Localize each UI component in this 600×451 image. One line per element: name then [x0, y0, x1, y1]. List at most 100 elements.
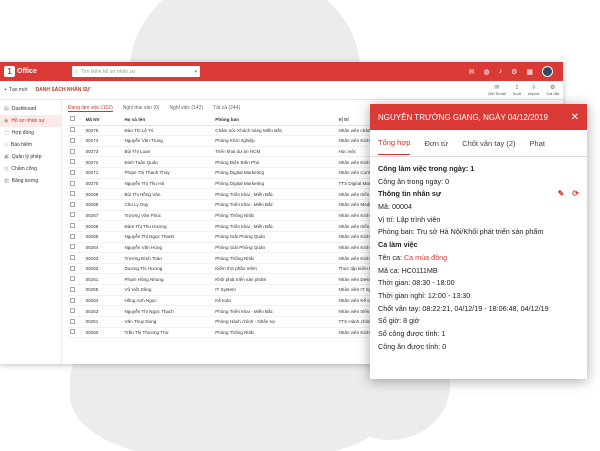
row-checkbox[interactable]	[68, 327, 84, 339]
sidebar-item-payroll[interactable]: ▥ Bảng lương	[0, 175, 61, 187]
section-actions: ✎ ⟳	[558, 188, 579, 201]
row-checkbox[interactable]	[68, 316, 84, 328]
email-button[interactable]: ✉ Gửi Email	[488, 84, 506, 96]
sidebar-item-label: Chấm công	[11, 166, 37, 172]
import-button[interactable]: ⇩ Import	[528, 84, 539, 96]
table-cell: Đinh Tuấn Quân	[122, 156, 214, 169]
row-checkbox[interactable]	[68, 242, 84, 254]
row-checkbox[interactable]	[68, 188, 84, 200]
row-checkbox[interactable]	[68, 273, 84, 286]
table-cell: Nguyễn Thị Ngọc Thanh	[122, 231, 214, 243]
attendance-popup: NGUYỄN TRƯỜNG GIANG, NGÀY 04/12/2019 ✕ T…	[370, 104, 587, 379]
row-checkbox[interactable]	[68, 146, 84, 158]
apps-icon[interactable]: ▦	[526, 68, 533, 76]
add-button[interactable]: + Tạo mới	[4, 87, 27, 93]
sidebar-item-label: Báo hiểm	[10, 142, 32, 148]
filter-maternity[interactable]: Nghỉ thai sản (0)	[123, 105, 160, 111]
popup-header: NGUYỄN TRƯỜNG GIANG, NGÀY 04/12/2019 ✕	[370, 104, 587, 130]
tab-summary[interactable]: Tổng hợp	[378, 131, 411, 155]
sidebar-item-profiles[interactable]: ◉ Hồ sơ nhân sự	[0, 115, 61, 127]
settings-label: Cài đặt	[546, 91, 559, 96]
add-label: Tạo mới	[8, 87, 28, 93]
table-cell: 00254	[83, 295, 123, 307]
column-header[interactable]: Họ và tên	[122, 114, 214, 126]
row-checkbox[interactable]	[68, 125, 84, 137]
row-checkbox[interactable]	[68, 210, 84, 222]
row-checkbox[interactable]	[68, 284, 84, 296]
bell-icon[interactable]: ♪	[499, 68, 503, 75]
toolbar: + Tạo mới DANH SÁCH NHÂN SỰ ✉ Gửi Email ⇪…	[0, 81, 563, 100]
popup-tabs: Tổng hợp Đơn từ Chốt vân tay (2) Phạt	[370, 130, 587, 157]
stage: 1 Office ⌕ Tìm kiếm hồ sơ nhân sự ▾ ✉ ◍ …	[0, 0, 600, 451]
tab-fingerprint[interactable]: Chốt vân tay (2)	[462, 139, 515, 148]
shift-time: Thời gian: 08:30 - 18:00	[378, 278, 455, 288]
chevron-down-icon[interactable]: ▾	[194, 69, 197, 75]
search-input[interactable]: ⌕ Tìm kiếm hồ sơ nhân sự ▾	[72, 66, 200, 77]
table-cell: Đào Thị Lệ Tú	[122, 125, 214, 137]
row-checkbox[interactable]	[68, 231, 84, 243]
table-cell: 00262	[83, 263, 123, 275]
edit-icon[interactable]: ✎	[558, 188, 565, 201]
select-all-checkbox[interactable]	[68, 114, 84, 126]
table-cell: Nguyễn Văn Hùng	[122, 242, 214, 254]
row-checkbox[interactable]	[68, 135, 84, 147]
table-cell: Trần Thị Thương Thư	[122, 327, 214, 339]
table-cell: 00255	[83, 284, 123, 296]
settings-button[interactable]: ⚙ Cài đặt	[546, 84, 559, 96]
mail-icon[interactable]: ✉	[469, 68, 475, 76]
table-cell: 00268	[83, 199, 123, 211]
chat-icon[interactable]: ◍	[483, 68, 489, 76]
import-label: Import	[527, 91, 540, 96]
popup-title: NGUYỄN TRƯỜNG GIANG, NGÀY 04/12/2019	[378, 112, 548, 122]
counted-meals: Công ăn được tính: 0	[378, 341, 447, 351]
filter-all[interactable]: Tất cả (244)	[213, 105, 240, 111]
search-icon: ⌕	[75, 68, 78, 75]
table-cell: Phòng Thống Nhất	[213, 210, 337, 222]
row-checkbox[interactable]	[68, 178, 84, 190]
row-checkbox[interactable]	[68, 295, 84, 307]
table-cell: Bùi Thị Loan	[122, 146, 214, 158]
sidebar-item-label: Dashboard	[11, 106, 37, 112]
row-checkbox[interactable]	[68, 305, 84, 318]
row-checkbox[interactable]	[68, 199, 84, 211]
table-cell: 00271	[83, 167, 123, 179]
table-cell: Dương Thị Hương	[122, 263, 214, 275]
table-cell: 00266	[83, 220, 123, 232]
table-cell: Kế toán	[213, 295, 337, 307]
close-icon[interactable]: ✕	[571, 112, 579, 123]
table-cell: Phòng Digital Marketing	[213, 167, 337, 179]
table-cell: 00273	[83, 146, 123, 158]
dashboard-icon: ▤	[4, 106, 9, 112]
table-cell: IT System	[213, 284, 337, 296]
avatar[interactable]	[542, 66, 553, 77]
insurance-icon: ◇	[4, 142, 8, 148]
table-cell: Hồng Anh Ngọc	[122, 295, 214, 307]
column-header[interactable]: Mã NV	[83, 114, 123, 126]
table-cell: Chăm sóc Khách hàng Miền Bắc	[213, 125, 337, 137]
top-icons: ✉ ◍ ♪ ⚙ ▦	[469, 66, 559, 77]
tab-requests[interactable]: Đơn từ	[424, 139, 448, 148]
filter-working[interactable]: Đang làm việc (102)	[68, 105, 113, 112]
meal-count: Công ăn trong ngày: 0	[378, 176, 450, 186]
shift-name-link[interactable]: Ca mùa đông	[404, 253, 447, 262]
sidebar-item-contracts[interactable]: ▢ Hợp đồng	[0, 127, 61, 139]
app-logo[interactable]: 1 Office	[4, 66, 64, 77]
filter-resigned[interactable]: Nghỉ việc (142)	[169, 105, 203, 111]
sidebar-item-leave[interactable]: ▣ Quản lý phép	[0, 151, 61, 163]
settings-icon[interactable]: ⚙	[511, 68, 517, 76]
row-checkbox[interactable]	[68, 167, 84, 179]
refresh-icon[interactable]: ⟳	[572, 188, 579, 201]
tab-penalty[interactable]: Phạt	[530, 139, 545, 148]
sidebar-item-insurance[interactable]: ◇ Báo hiểm	[0, 139, 61, 151]
sidebar-item-dashboard[interactable]: ▤ Dashboard	[0, 103, 61, 115]
row-checkbox[interactable]	[68, 263, 84, 275]
fingerprint-log: Chốt vân tay: 08:22:21, 04/12/19 - 18:06…	[378, 303, 549, 313]
row-checkbox[interactable]	[68, 156, 84, 169]
row-checkbox[interactable]	[68, 220, 84, 232]
export-button[interactable]: ⇪ Xuất	[513, 84, 521, 96]
table-cell: Phòng Thống Nhất	[213, 327, 337, 339]
shift-code: Mã ca: HC0111MB	[378, 265, 438, 275]
sidebar-item-timesheet[interactable]: ◷ Chấm công	[0, 163, 61, 175]
row-checkbox[interactable]	[68, 252, 84, 264]
column-header[interactable]: Phòng ban	[213, 114, 337, 126]
